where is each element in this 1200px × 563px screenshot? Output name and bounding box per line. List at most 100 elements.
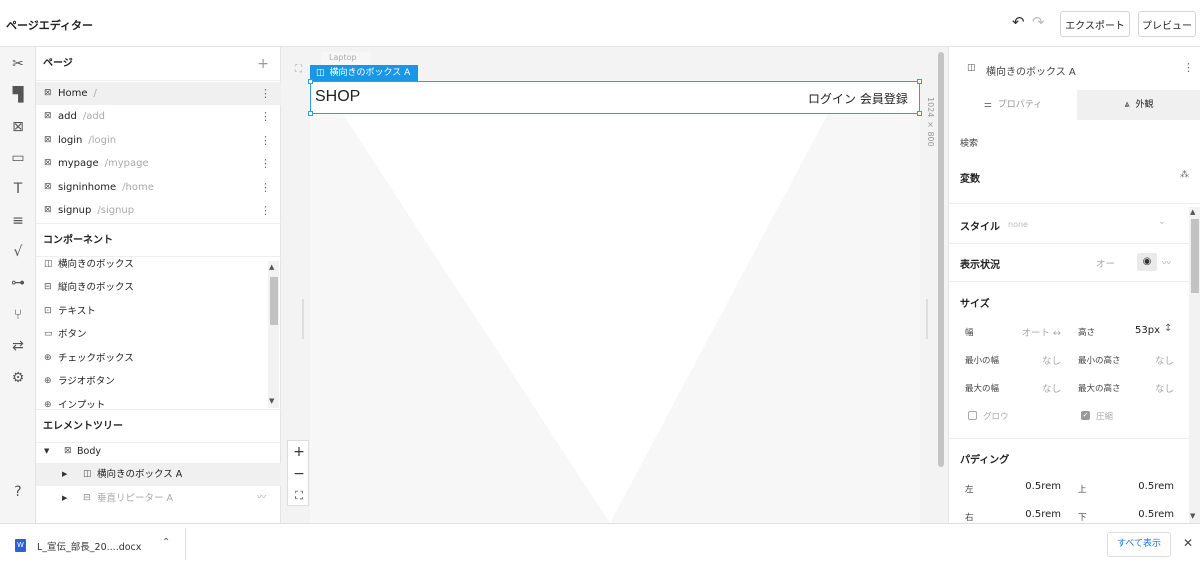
inspector-search[interactable]: 検索 bbox=[960, 136, 978, 149]
component-text[interactable]: ⊡ テキスト bbox=[36, 300, 268, 323]
components-scrollbar[interactable]: ▲ ▼ bbox=[268, 261, 279, 408]
padding-bottom-value[interactable]: 0.5rem bbox=[1124, 509, 1174, 520]
branch-icon[interactable]: ⑂ bbox=[9, 306, 27, 324]
frame-icon[interactable]: ⊠ bbox=[9, 118, 27, 136]
help-icon[interactable]: ? bbox=[9, 483, 27, 501]
paint-roller-icon[interactable]: ▜ bbox=[9, 86, 27, 104]
database-icon[interactable]: ≡ bbox=[9, 212, 27, 230]
add-page-button[interactable]: + bbox=[257, 47, 269, 81]
tree-item-vertical-repeater-a[interactable]: ▶ ⊟ 垂直リピーター A 〰 bbox=[36, 487, 281, 510]
caret-right-icon[interactable]: ▶ bbox=[62, 463, 67, 486]
download-file-name[interactable]: L_宣伝_部長_20....docx bbox=[37, 539, 141, 553]
page-menu-icon[interactable]: ⋮ bbox=[260, 82, 271, 105]
page-item-mypage[interactable]: ⊠ mypage/mypage ⋮ bbox=[36, 152, 281, 175]
page-path: /home bbox=[122, 182, 154, 193]
radio-icon: ⊕ bbox=[44, 376, 52, 386]
page-item-add[interactable]: ⊠ add/add ⋮ bbox=[36, 105, 281, 128]
page-item-signup[interactable]: ⊠ signup/signup ⋮ bbox=[36, 199, 281, 222]
max-width-label: 最大の幅 bbox=[965, 384, 1000, 394]
component-horizontal-box[interactable]: ◫ 横向きのボックス bbox=[36, 253, 268, 276]
tab-appearance[interactable]: ⩓ 外観 bbox=[1077, 90, 1200, 120]
zoom-in-button[interactable]: + bbox=[288, 441, 310, 463]
focus-frame-icon[interactable]: ⛶ bbox=[295, 64, 302, 75]
component-vertical-box[interactable]: ⊟ 縦向きのボックス bbox=[36, 276, 268, 299]
page-icon: ⊠ bbox=[64, 446, 72, 456]
scroll-down-icon[interactable]: ▼ bbox=[1190, 512, 1195, 520]
page-menu-icon[interactable]: ⋮ bbox=[260, 152, 271, 175]
min-height-value[interactable]: なし bbox=[1132, 353, 1174, 367]
grow-checkbox[interactable] bbox=[968, 411, 977, 420]
min-width-value[interactable]: なし bbox=[1019, 353, 1061, 367]
inspector-scrollbar[interactable]: ▲ ▼ bbox=[1189, 207, 1200, 523]
redo-icon[interactable]: ↷ bbox=[1032, 14, 1048, 30]
vertical-resize-icon[interactable]: ↕ bbox=[1164, 323, 1172, 334]
tree-item-horizontal-box-a[interactable]: ▶ ◫ 横向きのボックス A bbox=[36, 463, 281, 486]
chevron-up-icon[interactable]: ⌃ bbox=[162, 537, 170, 548]
show-all-button[interactable]: すべて表示 bbox=[1107, 532, 1171, 557]
component-button[interactable]: ▭ ボタン bbox=[36, 323, 268, 346]
max-height-value[interactable]: なし bbox=[1132, 381, 1174, 395]
eye-icon[interactable]: ◉ bbox=[1137, 253, 1157, 271]
component-input[interactable]: ⊕ インプット bbox=[36, 394, 268, 408]
scroll-up-icon[interactable]: ▲ bbox=[269, 263, 274, 271]
translate-icon[interactable]: ⇄ bbox=[9, 337, 27, 355]
page-item-signinhome[interactable]: ⊠ signinhome/home ⋮ bbox=[36, 176, 281, 199]
page-item-login[interactable]: ⊠ login/login ⋮ bbox=[36, 129, 281, 152]
scroll-up-icon[interactable]: ▲ bbox=[1190, 208, 1195, 216]
scroll-down-icon[interactable]: ▼ bbox=[269, 397, 274, 405]
page-menu-icon[interactable]: ⋮ bbox=[260, 176, 271, 199]
close-icon[interactable]: ✕ bbox=[1183, 536, 1193, 550]
padding-top-value[interactable]: 0.5rem bbox=[1124, 481, 1174, 492]
height-value[interactable]: 53px bbox=[1125, 325, 1160, 336]
scroll-thumb[interactable] bbox=[270, 277, 278, 325]
padding-left-value[interactable]: 0.5rem bbox=[1011, 481, 1061, 492]
page-menu-icon[interactable]: ⋮ bbox=[260, 129, 271, 152]
variables-icon[interactable]: ⁂ bbox=[1180, 170, 1189, 180]
left-resize-grip[interactable] bbox=[302, 299, 304, 339]
page-icon: ⊠ bbox=[44, 88, 52, 98]
fit-screen-button[interactable]: ⛶ bbox=[288, 485, 310, 507]
component-radio[interactable]: ⊕ ラジオボタン bbox=[36, 370, 268, 393]
width-value[interactable]: オート ↔ bbox=[1007, 325, 1061, 339]
canvas-scrollbar[interactable] bbox=[938, 52, 944, 467]
page-icon: ⊠ bbox=[44, 135, 52, 145]
gear-icon[interactable]: ⚙ bbox=[9, 369, 27, 387]
zoom-out-button[interactable]: − bbox=[288, 463, 310, 485]
workflow-icon[interactable]: ⊶ bbox=[9, 274, 27, 292]
shrink-checkbox[interactable]: ✓ bbox=[1081, 411, 1090, 420]
padding-right-value[interactable]: 0.5rem bbox=[1011, 509, 1061, 520]
component-checkbox[interactable]: ⊕ チェックボックス bbox=[36, 347, 268, 370]
resize-handle-tl[interactable] bbox=[308, 79, 313, 84]
preview-button[interactable]: プレビュー bbox=[1138, 11, 1196, 37]
page-frame[interactable] bbox=[310, 110, 920, 523]
tree-item-body[interactable]: ▼ ⊠ Body bbox=[36, 440, 281, 463]
inspector-menu-icon[interactable]: ⋮ bbox=[1183, 61, 1194, 74]
scroll-thumb[interactable] bbox=[1191, 219, 1199, 293]
chevron-down-icon[interactable]: ⌄ bbox=[1158, 217, 1166, 227]
page-name: signup bbox=[58, 205, 92, 216]
style-select[interactable]: none bbox=[1008, 220, 1028, 229]
eye-hidden-icon[interactable]: 〰 bbox=[257, 487, 266, 510]
page-menu-icon[interactable]: ⋮ bbox=[260, 105, 271, 128]
resize-handle-tr[interactable] bbox=[917, 79, 922, 84]
caret-down-icon[interactable]: ▼ bbox=[44, 440, 49, 463]
page-item-home[interactable]: ⊠ Home / ⋮ bbox=[36, 82, 281, 105]
top-bar: ページエディター ↶ ↷ エクスポート プレビュー bbox=[0, 0, 1200, 47]
undo-icon[interactable]: ↶ bbox=[1012, 14, 1028, 30]
caret-right-icon[interactable]: ▶ bbox=[62, 487, 67, 510]
monitor-icon[interactable]: ▭ bbox=[9, 149, 27, 167]
right-resize-grip[interactable] bbox=[926, 299, 928, 339]
resize-handle-bl[interactable] bbox=[308, 111, 313, 116]
export-button[interactable]: エクスポート bbox=[1060, 11, 1130, 37]
header-nav-links[interactable]: ログイン 会員登録 bbox=[808, 90, 908, 107]
max-width-value[interactable]: なし bbox=[1019, 381, 1061, 395]
page-menu-icon[interactable]: ⋮ bbox=[260, 199, 271, 222]
visibility-auto-option[interactable]: オー bbox=[1096, 256, 1115, 270]
formula-icon[interactable]: √ bbox=[9, 243, 27, 261]
tab-properties[interactable]: ⚌ プロパティ bbox=[949, 90, 1077, 120]
magic-tools-icon[interactable]: ✂ bbox=[9, 55, 27, 73]
style-label: スタイル bbox=[960, 222, 1000, 233]
shop-logo-text[interactable]: SHOP bbox=[315, 88, 360, 106]
eye-hidden-icon[interactable]: 〰 bbox=[1162, 256, 1171, 269]
typography-icon[interactable]: T bbox=[9, 180, 27, 198]
